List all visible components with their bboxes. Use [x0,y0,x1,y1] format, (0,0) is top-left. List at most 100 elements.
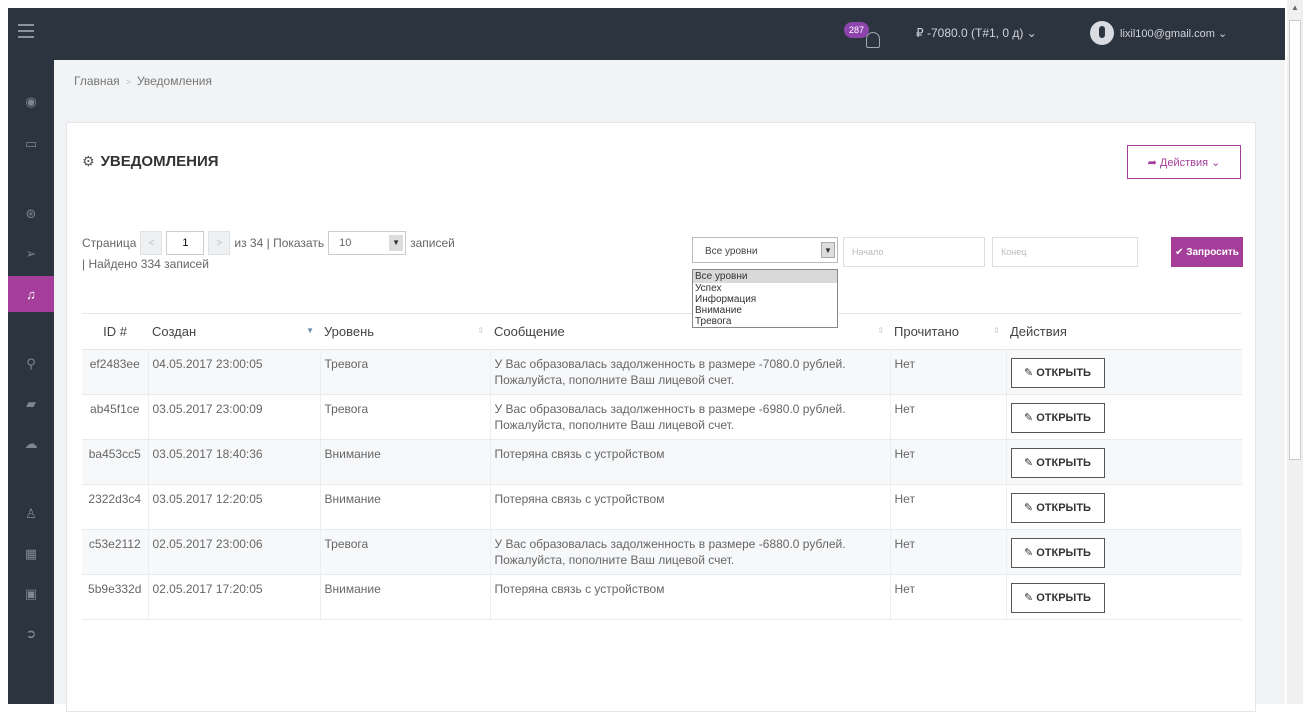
row-actions: ✎ ОТКРЫТЬ [1006,349,1242,395]
balance-dropdown[interactable]: ₽ -7080.0 (T#1, 0 д) ⌄ [916,26,1037,40]
level-select[interactable]: Все уровни ▼ [692,237,838,263]
start-date-input[interactable]: Начало [843,237,985,267]
user-email: lixil100@gmail.com ⌄ [1120,27,1228,40]
notifications-panel: ⚙ УВЕДОМЛЕНИЯ ➦ Действия ⌄ Страница < > … [66,122,1256,712]
open-button-label: ОТКРЫТЬ [1036,592,1091,604]
level-option[interactable]: Все уровни [693,270,837,283]
row-created: 02.05.2017 23:00:06 [148,529,321,575]
chevron-down-icon: ▼ [821,242,835,258]
page-title-text: УВЕДОМЛЕНИЯ [100,153,219,170]
top-bar: 287 ₽ -7080.0 (T#1, 0 д) ⌄ lixil100@gmai… [8,8,1285,60]
edit-icon: ✎ [1024,502,1034,514]
scroll-up-icon[interactable]: ▲ [1287,0,1303,16]
row-id: ba453cc5 [82,439,149,485]
monitor-icon[interactable]: ▭ [8,126,54,162]
row-message: У Вас образовалась задолженность в разме… [490,349,891,395]
open-button[interactable]: ✎ ОТКРЫТЬ [1010,493,1105,523]
user-icon[interactable]: ♙ [8,496,54,532]
level-option[interactable]: Внимание [693,305,837,316]
scroll-thumb[interactable] [1289,20,1301,460]
column-header-created-label: Создан [152,324,197,339]
chat-icon[interactable]: ☁ [8,426,54,462]
row-read: Нет [890,484,1007,530]
row-read: Нет [890,349,1007,395]
open-button-label: ОТКРЫТЬ [1036,502,1091,514]
table-row: c53e2112 02.05.2017 23:00:06 Тревога У Вас … [82,529,1242,575]
open-button[interactable]: ✎ ОТКРЫТЬ [1010,583,1105,613]
row-message: У Вас образовалась задолженность в разме… [490,394,891,440]
column-header-level[interactable]: Уровень ⇕ [320,313,490,350]
table-row: ab45f1ce 03.05.2017 23:00:09 Тревога У Вас … [82,394,1242,440]
found-count: | Найдено 334 записей [82,257,209,271]
edit-icon: ✎ [1024,547,1034,559]
edit-icon: ✎ [1024,592,1034,604]
open-button-label: ОТКРЫТЬ [1036,457,1091,469]
per-page-select[interactable]: 10 ▼ [328,231,407,255]
column-header-created[interactable]: Создан ▼ [148,313,320,350]
sort-desc-icon: ▼ [306,326,314,335]
row-message: Потеряна связь с устройством [490,574,891,620]
open-button[interactable]: ✎ ОТКРЫТЬ [1010,448,1105,478]
level-option[interactable]: Тревога [693,316,837,327]
sidebar: ◉ ▭ ⊛ ➢ ♫ ⚲ ▰ ☁ ♙ ▦ ▣ ➲ [8,60,54,704]
dashboard-icon[interactable]: ◉ [8,84,54,120]
open-button[interactable]: ✎ ОТКРЫТЬ [1010,403,1105,433]
level-option[interactable]: Информация [693,294,837,305]
page-label: Страница [82,236,137,250]
send-icon[interactable]: ➢ [8,236,54,272]
column-header-read[interactable]: Прочитано ⇕ [890,313,1006,350]
row-id: c53e2112 [82,529,149,575]
row-created: 03.05.2017 23:00:09 [148,394,321,440]
row-level: Внимание [320,574,491,620]
level-selected-value: Все уровни [705,246,758,257]
edit-icon: ✎ [1024,412,1034,424]
edit-icon: ✎ [1024,367,1034,379]
row-message: Потеряна связь с устройством [490,439,891,485]
end-date-input[interactable]: Конец [992,237,1138,267]
open-button[interactable]: ✎ ОТКРЫТЬ [1010,538,1105,568]
row-id: ef2483ee [82,349,149,395]
edit-icon: ✎ [1024,457,1034,469]
open-button[interactable]: ✎ ОТКРЫТЬ [1010,358,1105,388]
table-row: ef2483ee 04.05.2017 23:00:05 Тревога У Вас … [82,349,1242,395]
pagination: Страница < > из 34 | Показать 10 ▼ записе… [82,231,455,255]
notifications-table: ID # Создан ▼ Уровень ⇕ Сообщение ⇕ Прочита… [82,313,1242,620]
row-actions: ✎ ОТКРЫТЬ [1006,574,1242,620]
row-message: Потеряна связь с устройством [490,484,891,530]
calculator-icon[interactable]: ▦ [8,536,54,572]
breadcrumb-current: Уведомления [136,74,212,88]
table-header-row: ID # Создан ▼ Уровень ⇕ Сообщение ⇕ Прочита… [82,313,1242,350]
prev-page-button[interactable]: < [140,231,163,255]
arrow-circle-icon[interactable]: ➲ [8,616,54,652]
page-number-input[interactable] [166,231,205,255]
edit-icon[interactable]: ▰ [8,386,54,422]
row-read: Нет [890,439,1007,485]
notification-count-badge: 287 [844,22,870,38]
dial-icon[interactable]: ⊛ [8,196,54,232]
row-id: 2322d3c4 [82,484,149,530]
notifications-button[interactable]: 287 [844,22,904,52]
bell-icon[interactable]: ♫ [8,276,54,312]
sitemap-icon[interactable]: ⚲ [8,346,54,382]
column-header-id[interactable]: ID # [82,313,148,350]
page-title: ⚙ УВЕДОМЛЕНИЯ [82,153,219,170]
table-row: 5b9e332d 02.05.2017 17:20:05 Внимание Потер… [82,574,1242,620]
breadcrumb-separator-icon: > [125,77,131,87]
row-created: 04.05.2017 23:00:05 [148,349,321,395]
level-option[interactable]: Успех [693,283,837,294]
row-level: Тревога [320,349,491,395]
query-button[interactable]: ✔ Запросить [1171,237,1243,267]
breadcrumb-home[interactable]: Главная [74,74,120,88]
table-row: 2322d3c4 03.05.2017 12:20:05 Внимание Потер… [82,484,1242,530]
menu-icon[interactable] [18,24,34,38]
user-menu[interactable]: lixil100@gmail.com ⌄ [1090,20,1227,46]
next-page-button[interactable]: > [208,231,231,255]
card-icon[interactable]: ▣ [8,576,54,612]
row-level: Внимание [320,484,491,530]
open-button-label: ОТКРЫТЬ [1036,367,1091,379]
chevron-down-icon: ▼ [389,235,404,251]
row-created: 02.05.2017 17:20:05 [148,574,321,620]
page-scrollbar[interactable]: ▲ [1287,0,1303,704]
actions-button[interactable]: ➦ Действия ⌄ [1127,145,1241,179]
records-label: записей [410,236,455,250]
